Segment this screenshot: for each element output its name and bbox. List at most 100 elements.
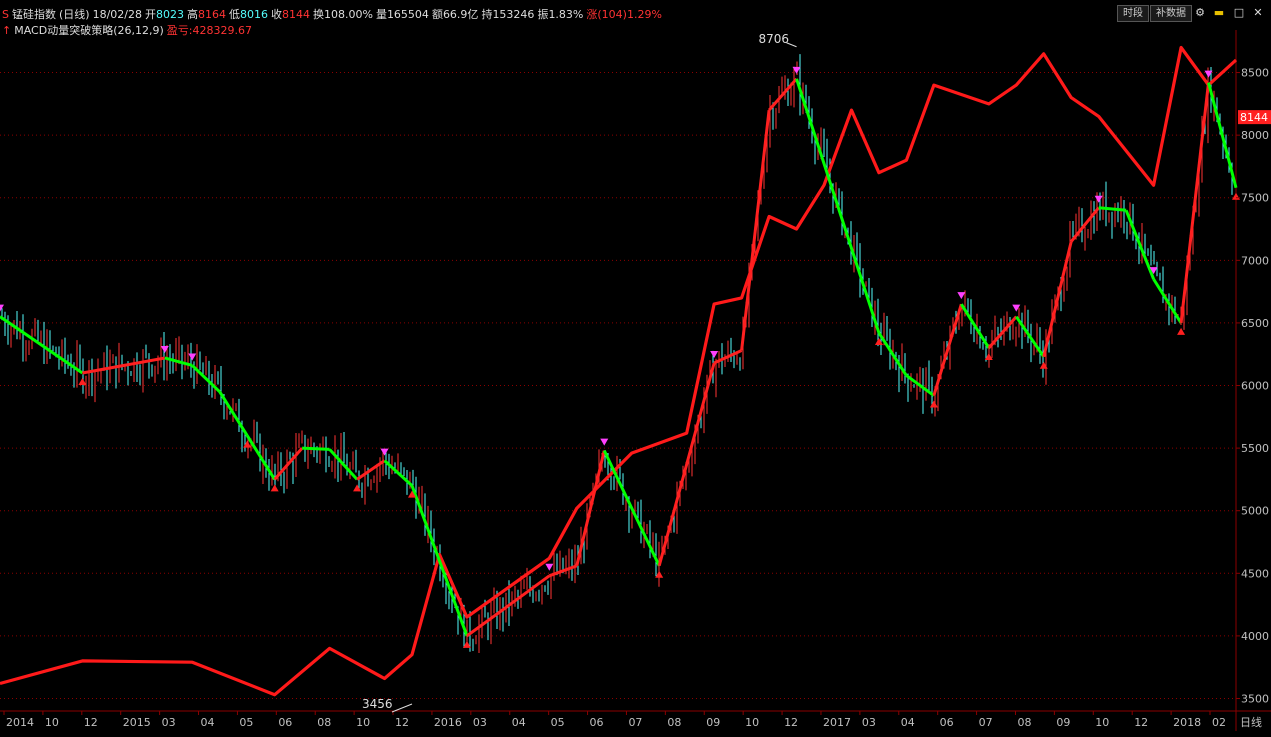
x-tick-label: 06 bbox=[278, 716, 292, 729]
sell-arrow-icon bbox=[188, 353, 197, 361]
close-icon[interactable]: ✕ bbox=[1251, 6, 1265, 20]
price-annotation: 8706 bbox=[759, 32, 790, 46]
x-tick-label: 03 bbox=[162, 716, 176, 729]
strategy-segment bbox=[960, 303, 991, 349]
close-value: 8144 bbox=[281, 8, 310, 21]
high-label: 高 bbox=[186, 8, 198, 21]
y-tick-label: 5000 bbox=[1241, 505, 1269, 518]
strategy-segment bbox=[245, 434, 276, 481]
low-value: 8016 bbox=[239, 8, 268, 21]
strategy-segment bbox=[602, 449, 661, 567]
x-tick-label: 09 bbox=[1056, 716, 1070, 729]
yellow-block-icon[interactable]: ▬ bbox=[1212, 6, 1226, 20]
chart-grid bbox=[0, 30, 1271, 731]
strategy-segment bbox=[1179, 82, 1211, 324]
x-tick-label: 10 bbox=[745, 716, 759, 729]
chart-stage[interactable]: 8500 8000 7500 7000 6500 6000 5500 5000 4500 4000… bbox=[0, 0, 1271, 733]
equity-curve bbox=[0, 45, 1238, 697]
change-value: (104)1.29% bbox=[597, 8, 662, 21]
candles-layer bbox=[1, 54, 1233, 653]
y-tick-label: 4500 bbox=[1241, 567, 1269, 580]
y-tick-label: 6500 bbox=[1241, 317, 1269, 330]
x-tick-label: 08 bbox=[317, 716, 331, 729]
strategy-segment bbox=[767, 77, 798, 112]
x-tick-label: 02 bbox=[1212, 716, 1226, 729]
x-tick-label: 12 bbox=[784, 716, 798, 729]
low-label: 低 bbox=[228, 8, 240, 21]
sell-arrow-icon bbox=[380, 448, 389, 456]
x-tick-label: 10 bbox=[1095, 716, 1109, 729]
strategy-segment bbox=[795, 78, 881, 334]
period-label: (日线) bbox=[58, 8, 90, 21]
buy-arrow-icon bbox=[929, 400, 938, 408]
strategy-segment bbox=[575, 450, 606, 567]
strategy-arrow-icon: ↑ bbox=[2, 24, 12, 37]
period-button[interactable]: 时段 bbox=[1117, 5, 1149, 22]
strategy-segment bbox=[410, 485, 469, 637]
sell-arrow-icon bbox=[600, 438, 609, 446]
fill-data-button[interactable]: 补数据 bbox=[1150, 5, 1192, 22]
sell-arrow-icon bbox=[545, 563, 554, 571]
sell-arrow-icon bbox=[160, 345, 169, 353]
strategy-segment bbox=[987, 315, 1018, 349]
x-tick-label: 05 bbox=[551, 716, 565, 729]
x-tick-label: 07 bbox=[979, 716, 993, 729]
y-tick-label: 8500 bbox=[1241, 67, 1269, 80]
x-tick-label: 2015 bbox=[123, 716, 151, 729]
x-axis-right-label: 日线 bbox=[1240, 715, 1262, 729]
x-tick-label: 2018 bbox=[1173, 716, 1201, 729]
y-tick-label: 8000 bbox=[1241, 129, 1269, 142]
buy-arrow-icon bbox=[1039, 361, 1048, 369]
pnl-label: 盈亏: bbox=[166, 24, 193, 37]
buy-arrow-icon bbox=[78, 378, 87, 385]
x-tick-label: 06 bbox=[940, 716, 954, 729]
strategy-segment bbox=[1042, 241, 1073, 358]
strategy-name[interactable]: MACD动量突破策略(26,12,9) bbox=[14, 24, 164, 37]
strategy-segment bbox=[466, 574, 551, 638]
x-tick-label: 03 bbox=[862, 716, 876, 729]
pnl-value: 428329.67 bbox=[192, 24, 252, 37]
y-tick-label: 4000 bbox=[1241, 630, 1269, 643]
y-tick-label: 7500 bbox=[1241, 192, 1269, 205]
buy-arrow-icon bbox=[353, 484, 362, 492]
amount-value: 66.9亿 bbox=[442, 8, 479, 21]
sell-arrow-icon bbox=[957, 292, 966, 300]
buy-arrow-icon bbox=[1232, 192, 1240, 200]
change-label: 涨 bbox=[586, 8, 598, 21]
symbol-icon[interactable]: S bbox=[2, 8, 9, 21]
price-annotation: 3456 bbox=[362, 697, 393, 711]
x-tick-label: 05 bbox=[239, 716, 253, 729]
bar-date: 18/02/28 bbox=[92, 8, 142, 21]
x-tick-label: 12 bbox=[395, 716, 409, 729]
strategy-segment bbox=[273, 447, 304, 481]
open-value: 8023 bbox=[155, 8, 184, 21]
settings-icon[interactable]: ⚙ bbox=[1193, 6, 1207, 20]
x-tick-label: 2017 bbox=[823, 716, 851, 729]
axes-layer: 8500 8000 7500 7000 6500 6000 5500 5000 4500 4000… bbox=[3, 67, 1271, 729]
strategy-segment bbox=[1124, 209, 1155, 280]
open-label: 开 bbox=[144, 8, 156, 21]
amount-label: 额 bbox=[431, 8, 443, 21]
y-tick-label: 7000 bbox=[1241, 254, 1269, 267]
x-tick-label: 10 bbox=[356, 716, 370, 729]
strategy-segment bbox=[657, 362, 716, 567]
price-chart[interactable]: 8500 8000 7500 7000 6500 6000 5500 5000 4500 4000… bbox=[0, 0, 1271, 733]
amplitude-label: 振 bbox=[537, 8, 549, 21]
x-tick-label: 08 bbox=[1017, 716, 1031, 729]
x-tick-label: 08 bbox=[667, 716, 681, 729]
x-tick-label: 04 bbox=[201, 716, 215, 729]
x-tick-label: 2014 bbox=[6, 716, 34, 729]
sell-arrow-icon bbox=[1094, 195, 1103, 203]
strategy-segment bbox=[302, 446, 330, 451]
x-tick-label: 10 bbox=[45, 716, 59, 729]
hold-label: 持 bbox=[481, 8, 493, 21]
close-label: 收 bbox=[270, 8, 282, 21]
current-price-label: 8144 bbox=[1240, 111, 1268, 124]
sell-arrow-icon bbox=[710, 350, 719, 358]
y-tick-label: 5500 bbox=[1241, 442, 1269, 455]
window-icon[interactable]: □ bbox=[1232, 6, 1246, 20]
amplitude-value: 1.83% bbox=[548, 8, 584, 21]
quote-header: S 锰硅指数 (日线) 18/02/28 开8023 高8164 低8016 收8144 换10… bbox=[2, 6, 665, 22]
y-tick-label: 3500 bbox=[1241, 692, 1269, 705]
equity-curve-layer bbox=[0, 45, 1238, 697]
